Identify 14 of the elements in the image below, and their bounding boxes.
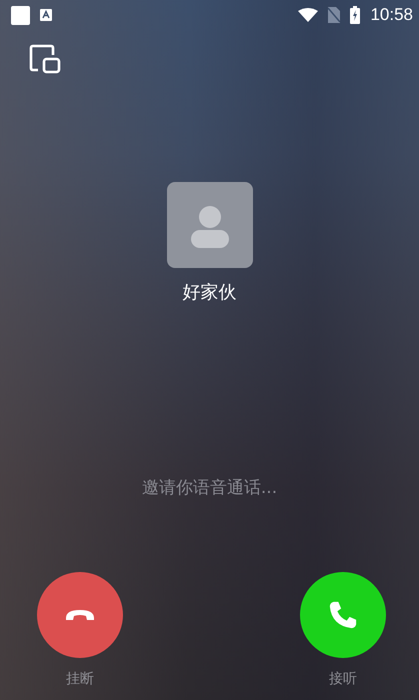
keyboard-icon xyxy=(40,9,52,21)
avatar-icon xyxy=(166,182,252,268)
caller-name: 好家伙 xyxy=(182,281,236,304)
phone-icon xyxy=(328,600,358,630)
battery-charging-icon xyxy=(350,6,360,24)
clock-time: 10:58 xyxy=(370,5,413,25)
notification-icon xyxy=(11,6,30,24)
wifi-icon xyxy=(298,8,318,22)
minimize-window-icon[interactable] xyxy=(29,44,61,74)
hang-up-icon xyxy=(64,608,96,622)
action-label: 挂断 xyxy=(66,670,94,688)
action-label: 接听 xyxy=(329,670,357,688)
no-sim-icon xyxy=(328,7,340,23)
call-status-text: 邀请你语音通话... xyxy=(140,477,278,499)
